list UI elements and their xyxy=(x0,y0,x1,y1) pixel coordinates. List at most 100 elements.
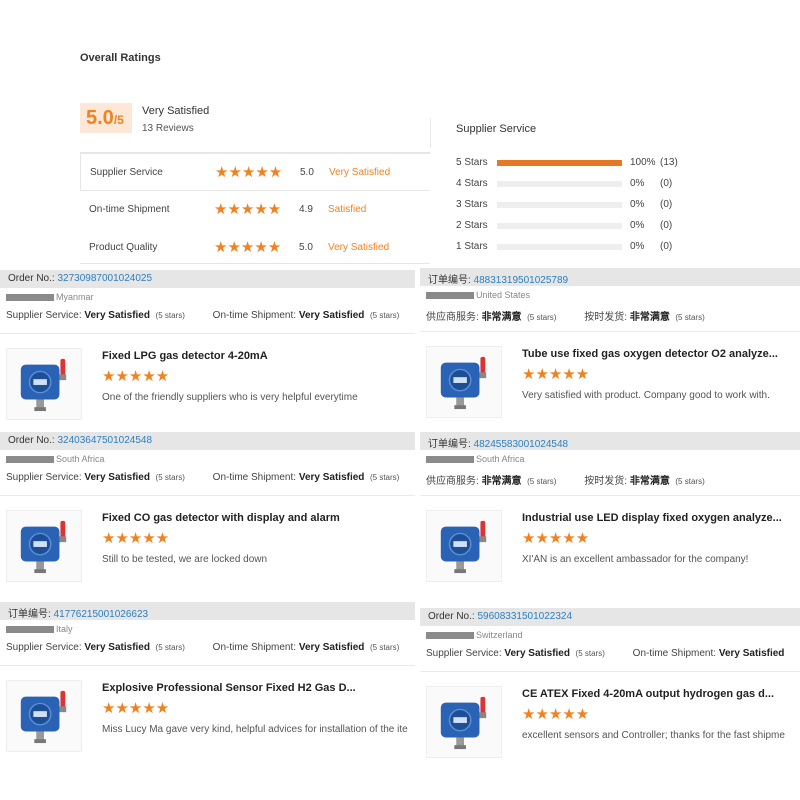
shipment-label: On-time Shipment: xyxy=(212,642,297,653)
distribution-bar xyxy=(497,244,622,250)
product-name-link[interactable]: Tube use fixed gas oxygen detector O2 an… xyxy=(522,348,778,360)
divider xyxy=(420,495,800,496)
review-scores: Supplier Service: Very Satisfied (5 star… xyxy=(6,642,399,653)
product-thumbnail[interactable] xyxy=(6,348,82,420)
order-number-link[interactable]: 48245583001024548 xyxy=(474,439,569,450)
star-level-label: 4 Stars xyxy=(456,178,488,189)
star-level-label: 2 Stars xyxy=(456,220,488,231)
distribution-bar xyxy=(497,223,622,229)
review-card: Order No.: 32730987001024025 Myanmar Sup… xyxy=(0,270,415,428)
rating-score: 5.0 xyxy=(300,167,314,178)
reviewer: South Africa xyxy=(426,454,525,464)
order-label: 订单编号: xyxy=(428,275,471,286)
supplier-service-stars: (5 stars) xyxy=(155,311,185,320)
count: (0) xyxy=(660,220,673,231)
divider xyxy=(420,671,800,672)
star-level-label: 3 Stars xyxy=(456,199,488,210)
product-rating-stars: ★★★★★ xyxy=(522,366,590,383)
order-label: 订单编号: xyxy=(428,439,471,450)
product-thumbnail[interactable] xyxy=(6,510,82,582)
supplier-service-label: 供应商服务: xyxy=(426,476,479,487)
reviewer: Italy xyxy=(6,624,73,634)
product-name-link[interactable]: Fixed CO gas detector with display and a… xyxy=(102,512,340,524)
percent: 0% xyxy=(630,199,645,210)
supplier-service-stars: (5 stars) xyxy=(527,313,557,322)
distribution-row: 1 Stars 0% (0) xyxy=(456,238,696,254)
supplier-service-stars: (5 stars) xyxy=(527,477,557,486)
review-scores: 供应商服务: 非常满意 (5 stars) 按时发货: 非常满意 (5 star… xyxy=(426,308,705,323)
rating-label: Supplier Service xyxy=(90,167,163,178)
rating-stars: ★★★★★ xyxy=(214,239,282,256)
review-card: 订单编号: 48245583001024548 South Africa 供应商… xyxy=(420,432,800,596)
product-name-link[interactable]: Explosive Professional Sensor Fixed H2 G… xyxy=(102,682,356,694)
order-header: Order No.: 32730987001024025 xyxy=(0,270,415,288)
reviewer: United States xyxy=(426,290,530,300)
rating-word: Very Satisfied xyxy=(328,242,390,253)
star-level-label: 5 Stars xyxy=(456,157,488,168)
percent: 0% xyxy=(630,241,645,252)
percent: 0% xyxy=(630,178,645,189)
reviewer-name-redacted xyxy=(426,632,474,640)
count: (13) xyxy=(660,157,678,168)
supplier-service-stars: (5 stars) xyxy=(155,473,185,482)
product-name-link[interactable]: Industrial use LED display fixed oxygen … xyxy=(522,512,782,524)
reviewer-name-redacted xyxy=(6,456,54,464)
order-number-link[interactable]: 32403647501024548 xyxy=(57,435,152,446)
rating-row-supplier-service[interactable]: Supplier Service ★★★★★ 5.0 Very Satisfie… xyxy=(80,153,430,191)
count: (0) xyxy=(660,199,673,210)
gas-detector-icon xyxy=(440,520,487,574)
product-thumbnail[interactable] xyxy=(426,686,502,758)
order-header: 订单编号: 48831319501025789 xyxy=(420,268,800,286)
gas-detector-icon xyxy=(20,690,67,744)
reviewer: South Africa xyxy=(6,454,105,464)
order-number-link[interactable]: 48831319501025789 xyxy=(474,275,569,286)
divider xyxy=(0,333,415,334)
shipment-value: Very Satisfied xyxy=(298,310,365,321)
shipment-stars: (5 stars) xyxy=(369,473,400,482)
review-comment: Still to be tested, we are locked down xyxy=(102,554,268,565)
order-number-link[interactable]: 41776215001026623 xyxy=(54,609,149,620)
order-header: Order No.: 59608331501022324 xyxy=(420,608,800,626)
supplier-service-stars: (5 stars) xyxy=(575,649,605,658)
shipment-label: On-time Shipment: xyxy=(212,472,297,483)
review-card: Order No.: 59608331501022324 Switzerland… xyxy=(420,608,800,768)
shipment-label: On-time Shipment: xyxy=(632,648,717,659)
review-comment: XI'AN is an excellent ambassador for the… xyxy=(522,554,749,565)
supplier-service-value: 非常满意 xyxy=(481,312,522,323)
supplier-service-value: Very Satisfied xyxy=(84,642,150,653)
product-name-link[interactable]: Fixed LPG gas detector 4-20mA xyxy=(102,350,268,362)
shipment-stars: (5 stars) xyxy=(369,643,400,652)
order-number-link[interactable]: 32730987001024025 xyxy=(57,273,152,284)
rating-label: On-time Shipment xyxy=(89,204,170,215)
order-header: Order No.: 32403647501024548 xyxy=(0,432,415,450)
supplier-service-label: Supplier Service: xyxy=(426,648,502,659)
shipment-stars: (5 stars) xyxy=(675,477,705,486)
rating-stars: ★★★★★ xyxy=(214,201,282,218)
product-thumbnail[interactable] xyxy=(426,346,502,418)
shipment-label: 按时发货: xyxy=(584,312,628,323)
review-scores: 供应商服务: 非常满意 (5 stars) 按时发货: 非常满意 (5 star… xyxy=(426,472,705,487)
rating-row-on-time-shipment[interactable]: On-time Shipment ★★★★★ 4.9 Satisfied xyxy=(80,191,430,229)
supplier-service-label: 供应商服务: xyxy=(426,312,479,323)
review-comment: Very satisfied with product. Company goo… xyxy=(522,390,770,401)
product-rating-stars: ★★★★★ xyxy=(522,530,590,547)
product-name-link[interactable]: CE ATEX Fixed 4-20mA output hydrogen gas… xyxy=(522,688,774,700)
rating-word: Very Satisfied xyxy=(329,167,391,178)
supplier-service-label: Supplier Service: xyxy=(6,642,82,653)
distribution-row: 3 Stars 0% (0) xyxy=(456,196,696,212)
shipment-stars: (5 stars) xyxy=(675,313,705,322)
shipment-value: Very Satisfied xyxy=(718,648,785,659)
shipment-value: 非常满意 xyxy=(629,476,670,487)
rating-score: 4.9 xyxy=(299,204,313,215)
distribution-title: Supplier Service xyxy=(456,123,537,135)
order-label: 订单编号: xyxy=(8,609,51,620)
reviewer-country: United States xyxy=(476,290,531,300)
rating-row-product-quality[interactable]: Product Quality ★★★★★ 5.0 Very Satisfied xyxy=(80,229,430,267)
product-rating-stars: ★★★★★ xyxy=(102,700,170,717)
order-number-link[interactable]: 59608331501022324 xyxy=(477,611,572,622)
product-thumbnail[interactable] xyxy=(6,680,82,752)
reviewer-country: South Africa xyxy=(56,454,105,464)
supplier-service-value: Very Satisfied xyxy=(504,648,570,659)
product-thumbnail[interactable] xyxy=(426,510,502,582)
count: (0) xyxy=(660,178,673,189)
